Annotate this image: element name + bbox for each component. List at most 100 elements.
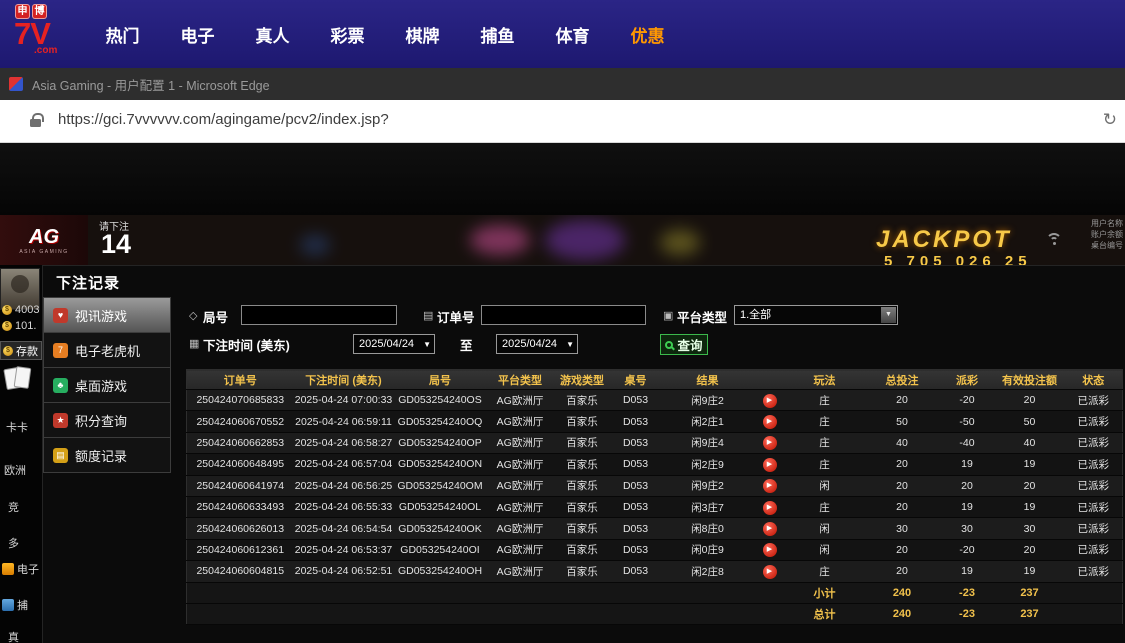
cell-result: 闲0庄9 [691, 544, 724, 557]
cell-valid_bet: 20 [1023, 394, 1036, 407]
menu-item-label: 积分查询 [75, 413, 128, 429]
deposit-button[interactable]: $ 存款 [0, 341, 42, 360]
replay-button[interactable]: ▶ [762, 500, 777, 515]
subtotal-spacer [186, 582, 785, 604]
nav-item-6[interactable]: 捕鱼 [460, 22, 535, 47]
chevron-down-icon: ▼ [423, 340, 432, 349]
replay-button[interactable]: ▶ [762, 436, 777, 451]
column-header: 桌号 [610, 369, 661, 390]
cell-valid_bet: 19 [1023, 458, 1036, 471]
cell-table_no: D053 [622, 543, 649, 556]
tag-icon: ◇ [189, 310, 198, 322]
user-info-line: 桌台编号 [1091, 241, 1123, 250]
menu-item-3[interactable]: ♣ 桌面游戏 [43, 368, 171, 403]
cell-play: 闲 [819, 480, 830, 493]
cell-payout: 19 [961, 565, 973, 578]
order-input[interactable] [481, 305, 646, 325]
grand_total-valid_bet: 237 [994, 603, 1065, 625]
grid-icon: ▣ [663, 310, 674, 322]
platform-select-value: 1.全部 [740, 309, 772, 321]
cell-order: 250424060662853 [196, 436, 285, 449]
jackpot-value: 5 705 026 25 [884, 253, 1032, 265]
hall-tab-1[interactable]: 卡卡 [6, 419, 28, 435]
hall-tab-3[interactable]: 竞 [8, 499, 19, 515]
cell-valid_bet: 20 [1023, 543, 1036, 556]
cell-payout: 20 [961, 479, 973, 492]
menu-item-2[interactable]: 7 电子老虎机 [43, 333, 171, 368]
banner-light-blob [470, 225, 530, 255]
hall-tab-7[interactable]: 真 [8, 629, 19, 643]
balance-row-1: $ 4003 [2, 304, 39, 316]
table-row: 250424060633493 2025-04-24 06:55:33 GD0532… [186, 496, 1123, 518]
nav-item-7[interactable]: 体育 [535, 22, 610, 47]
cell-round: GD053254240ON [397, 458, 483, 471]
replay-button[interactable]: ▶ [762, 543, 777, 558]
table-row: 250424060670552 2025-04-24 06:59:11 GD0532… [186, 410, 1123, 433]
cell-order: 250424060604815 [196, 565, 285, 578]
cell-play: 庄 [819, 501, 830, 514]
cell-play: 庄 [819, 437, 830, 450]
cell-status: 已派彩 [1077, 565, 1110, 578]
replay-button[interactable]: ▶ [762, 393, 777, 408]
cell-round: GD053254240OL [398, 501, 482, 514]
replay-button[interactable]: ▶ [762, 564, 777, 579]
cell-valid_bet: 20 [1023, 479, 1036, 492]
cell-payout: 19 [961, 458, 973, 471]
cell-platform: AG欧洲厅 [496, 394, 544, 407]
replay-button[interactable]: ▶ [762, 457, 777, 472]
nav-item-3[interactable]: 真人 [235, 22, 310, 47]
column-header: 状态 [1064, 369, 1123, 390]
nav-item-2[interactable]: 电子 [160, 22, 235, 47]
nav-item-1[interactable]: 热门 [85, 22, 160, 47]
subtotal-end [1064, 582, 1123, 604]
cell-result: 闲2庄8 [691, 565, 724, 578]
document-icon: ▤ [423, 310, 434, 322]
cell-table_no: D053 [622, 479, 649, 492]
replay-button[interactable]: ▶ [762, 415, 777, 430]
cell-time: 2025-04-24 06:53:37 [294, 543, 393, 556]
search-button[interactable]: 查询 [660, 334, 708, 355]
hall-tab-6[interactable]: 捕 [2, 597, 28, 613]
hall-tab-4[interactable]: 多 [8, 535, 19, 551]
column-header: 订单号 [186, 369, 294, 390]
menu-item-5[interactable]: ▤ 额度记录 [43, 438, 171, 473]
menu-item-1[interactable]: ♥ 视讯游戏 [43, 298, 171, 333]
subtotal-payout: -23 [939, 582, 995, 604]
coin-icon: $ [3, 345, 13, 356]
banner-light-blob [545, 220, 625, 260]
subtotal-row: 小计 240 -23 237 [186, 582, 1123, 604]
cell-platform: AG欧洲厅 [496, 565, 544, 578]
site-topnav: 申 博 7V .com 热门 电子 真人 彩票 棋牌 捕鱼 体育 优惠 [0, 0, 1125, 68]
cell-time: 2025-04-24 06:54:54 [294, 522, 393, 535]
platform-select[interactable]: 1.全部 ▼ [734, 305, 898, 325]
date-to-select[interactable]: 2025/04/24 ▼ [496, 334, 578, 354]
nav-item-8[interactable]: 优惠 [610, 22, 685, 47]
hall-tab-label: 卡卡 [6, 422, 28, 434]
url-text[interactable]: https://gci.7vvvvvv.com/agingame/pcv2/in… [58, 111, 389, 128]
cell-payout: 30 [961, 522, 973, 535]
lock-icon[interactable] [30, 113, 44, 127]
user-info-line: 用户名称 [1091, 219, 1123, 228]
site-logo[interactable]: 申 博 7V .com [14, 4, 86, 64]
hall-tab-5[interactable]: 电子 [2, 561, 39, 577]
nav-item-4[interactable]: 彩票 [310, 22, 385, 47]
cell-play: 庄 [819, 458, 830, 471]
nav-item-5[interactable]: 棋牌 [385, 22, 460, 47]
hall-tab-2[interactable]: 欧洲 [4, 462, 26, 478]
cell-platform: AG欧洲厅 [496, 458, 544, 471]
refresh-icon[interactable]: ↻ [1103, 110, 1117, 130]
date-from-select[interactable]: 2025/04/24 ▼ [353, 334, 435, 354]
menu-item-4[interactable]: ★ 积分查询 [43, 403, 171, 438]
jackpot-label: JACKPOT [876, 226, 1012, 253]
chevron-down-icon: ▼ [881, 307, 896, 323]
cell-round: GD053254240OK [398, 522, 482, 535]
table-row: 250424060648495 2025-04-24 06:57:04 GD0532… [186, 453, 1123, 476]
column-header: 下注时间 (美东) [293, 369, 394, 390]
round-input[interactable] [241, 305, 397, 325]
replay-button[interactable]: ▶ [762, 479, 777, 494]
bet-time-label: 下注时间 (美东) [203, 339, 290, 353]
cards-icon [3, 366, 35, 393]
cell-result: 闲2庄1 [691, 416, 724, 429]
replay-button[interactable]: ▶ [762, 522, 777, 537]
cell-total_bet: 40 [896, 436, 908, 449]
